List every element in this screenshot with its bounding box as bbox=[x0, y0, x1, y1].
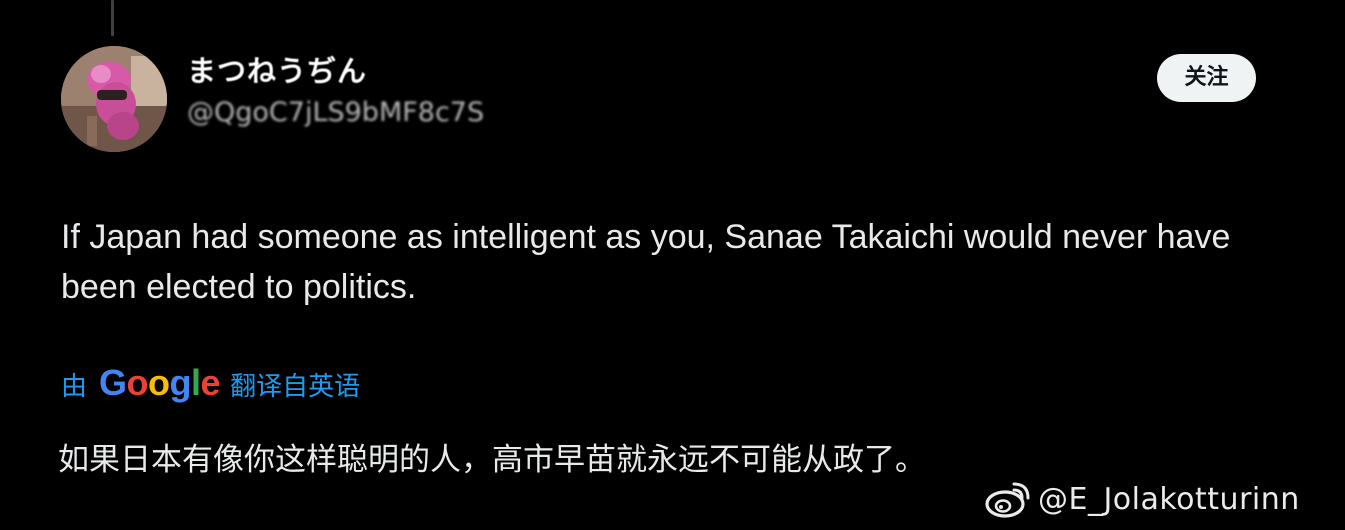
google-logo-letter: G bbox=[99, 362, 127, 403]
author-info[interactable]: まつねうぢん @QgoC7jLS9bMF8c7S bbox=[187, 50, 484, 132]
watermark: @E_Jolakotturinn bbox=[984, 476, 1300, 522]
google-logo-letter: o bbox=[126, 362, 149, 403]
translation-source-label: 翻译自英语 bbox=[230, 371, 361, 402]
google-logo: Google bbox=[99, 362, 221, 404]
thread-connector-line bbox=[111, 0, 114, 36]
author-handle[interactable]: @QgoC7jLS9bMF8c7S bbox=[187, 94, 484, 132]
google-logo-letter: o bbox=[148, 362, 170, 403]
avatar-image bbox=[61, 46, 167, 152]
google-logo-letter: e bbox=[200, 362, 221, 403]
avatar[interactable] bbox=[61, 46, 167, 152]
author-display-name[interactable]: まつねうぢん bbox=[187, 50, 484, 92]
watermark-text: @E_Jolakotturinn bbox=[1038, 481, 1300, 517]
translation-prefix: 由 bbox=[61, 371, 88, 402]
translation-attribution[interactable]: 由 Google 翻译自英语 bbox=[61, 362, 360, 406]
translated-text: 如果日本有像你这样聪明的人，高市早苗就永远不可能从政了。 bbox=[58, 442, 926, 478]
follow-button[interactable]: 关注 bbox=[1157, 54, 1256, 102]
weibo-logo-icon bbox=[985, 482, 1030, 518]
google-logo-letter: l bbox=[191, 362, 201, 403]
google-logo-letter: g bbox=[169, 362, 192, 403]
post-text: If Japan had someone as intelligent as y… bbox=[61, 218, 1231, 306]
